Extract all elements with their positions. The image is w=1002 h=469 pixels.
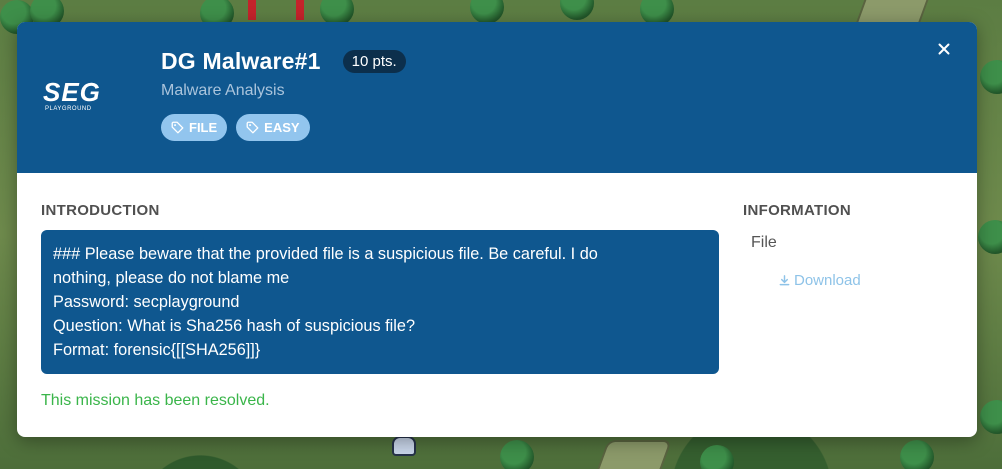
download-icon [779,275,790,286]
svg-text:PLAYGROUND: PLAYGROUND [45,106,92,112]
close-button[interactable] [935,40,953,58]
tag-file[interactable]: FILE [161,114,228,141]
tree [980,400,1002,434]
tag-easy[interactable]: EASY [236,114,310,141]
modal-header: SEG PLAYGROUND DG Malware#1 10 pts. Malw… [17,22,977,173]
introduction-heading: INTRODUCTION [41,202,160,219]
challenge-modal: SEG PLAYGROUND DG Malware#1 10 pts. Malw… [17,22,977,437]
tag-label: EASY [264,120,300,135]
seg-playground-logo: SEG PLAYGROUND [43,77,101,112]
information-heading: INFORMATION [743,202,852,219]
tree [470,0,504,24]
tree [980,60,1002,94]
modal-body: INTRODUCTION ### Please beware that the … [17,173,977,437]
svg-text:SEG: SEG [43,77,101,107]
description-line: Question: What is Sha256 hash of suspici… [53,317,416,335]
description-line: Format: forensic{[[SHA256]]} [53,341,261,359]
file-label: File [751,234,777,251]
tree [978,220,1002,254]
tag-list: FILE EASY [161,114,310,141]
tree [700,445,734,469]
tree [500,440,534,469]
tag-icon [171,121,184,134]
torii-gate [248,0,304,20]
close-icon [938,43,950,55]
tree [560,0,594,20]
title-row: DG Malware#1 10 pts. [161,48,406,75]
tag-icon [246,121,259,134]
description-line: nothing, please do not blame me [53,269,290,287]
tree [900,440,934,469]
challenge-category: Malware Analysis [161,82,285,99]
points-badge: 10 pts. [342,50,406,73]
rock [591,440,673,469]
download-link[interactable]: Download [779,272,861,289]
resolved-status: This mission has been resolved. [41,392,270,409]
challenge-title: DG Malware#1 [161,48,321,74]
description-line: ### Please beware that the provided file… [53,245,598,263]
download-label: Download [794,272,861,289]
description-line: Password: secplayground [53,293,240,311]
tag-label: FILE [189,120,218,135]
player-sprite [392,436,416,456]
challenge-description: ### Please beware that the provided file… [41,230,719,374]
